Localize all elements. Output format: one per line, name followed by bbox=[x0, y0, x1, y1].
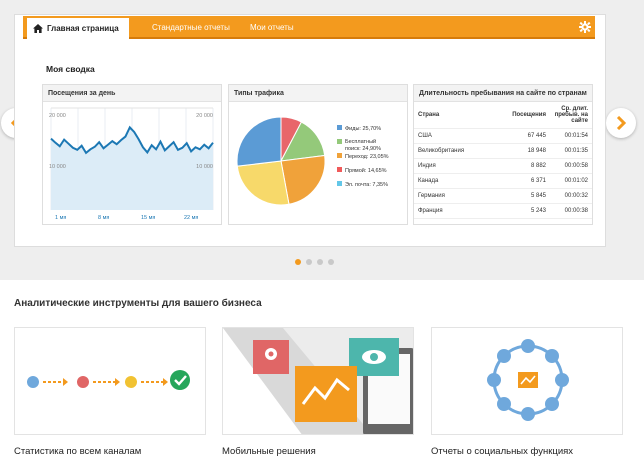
x-tick-label: 8 мя bbox=[98, 215, 109, 221]
home-icon bbox=[33, 24, 43, 33]
country-cell: Франция bbox=[414, 203, 491, 219]
tab-my-reports[interactable]: Мои отчеты bbox=[250, 16, 294, 39]
card-social[interactable] bbox=[431, 327, 623, 435]
legend-label: Прямой: 14,65% bbox=[345, 167, 387, 174]
channel-flow-illustration bbox=[27, 370, 190, 390]
table-row: Индия 8 882 00:00:58 bbox=[414, 158, 592, 174]
visits-panel: Посещения за день 20 000 20 000 10 000 10 0… bbox=[42, 84, 222, 225]
chevron-right-icon bbox=[616, 116, 627, 130]
y-tick-label: 20 000 bbox=[49, 113, 66, 119]
legend-swatch bbox=[337, 153, 342, 158]
header-country: Страна bbox=[414, 102, 491, 129]
pie-slice bbox=[236, 116, 282, 167]
carousel-dot-2[interactable] bbox=[306, 259, 312, 265]
header-visits: Посещения bbox=[490, 102, 550, 129]
legend-label: Фиды: 25,70% bbox=[345, 126, 381, 132]
legend-swatch bbox=[337, 125, 342, 130]
y-tick-label: 10 000 bbox=[49, 164, 66, 170]
card-channels[interactable] bbox=[14, 327, 206, 435]
traffic-chart: Фиды: 25,70% Бесплатныйпоиск: 24,90% Перех… bbox=[236, 116, 389, 206]
visits-cell: 67 445 bbox=[490, 128, 550, 144]
summary-title: Моя сводка bbox=[46, 64, 95, 74]
legend-swatch bbox=[337, 167, 342, 172]
card-social-label[interactable]: Отчеты о социальных функциях bbox=[431, 446, 573, 457]
traffic-panel: Типы трафика Фиды: 25,70% Бесплатный поиск… bbox=[228, 84, 408, 225]
visits-cell: 8 882 bbox=[490, 158, 550, 174]
card-channels-label[interactable]: Статистика по всем каналам bbox=[14, 446, 141, 457]
country-cell: США bbox=[414, 128, 491, 144]
card-mobile[interactable] bbox=[222, 327, 414, 435]
legend-swatch bbox=[337, 181, 342, 186]
visits-area bbox=[51, 127, 213, 210]
visits-chart: 20 000 20 000 10 000 10 000 1 мя 8 мя 15 мя 22 … bbox=[49, 107, 214, 221]
country-cell: Великобритания bbox=[414, 143, 491, 159]
legend-label: Эл. почта: 7,35% bbox=[345, 182, 388, 188]
table-row: Франция 5 243 00:00:38 bbox=[414, 203, 592, 219]
x-tick-label: 22 мя bbox=[184, 215, 198, 221]
legend-swatch bbox=[337, 139, 342, 144]
table-row: Канада 6 371 00:01:02 bbox=[414, 173, 592, 189]
carousel-dot-3[interactable] bbox=[317, 259, 323, 265]
country-cell: Индия bbox=[414, 158, 491, 174]
legend-label: Переход: 23,05% bbox=[345, 154, 389, 160]
carousel-dot-4[interactable] bbox=[328, 259, 334, 265]
carousel-dot-1[interactable] bbox=[295, 259, 301, 265]
duration-panel: Длительность пребывания на сайте по стра… bbox=[413, 84, 593, 225]
duration-cell: 00:00:38 bbox=[550, 203, 592, 219]
report-navbar: Главная страница Стандартные отчеты Мои … bbox=[23, 16, 595, 39]
pie-slice bbox=[236, 160, 290, 206]
duration-cell: 00:01:02 bbox=[550, 173, 592, 189]
table-row: Германия 5 845 00:00:32 bbox=[414, 188, 592, 204]
visits-cell: 18 948 bbox=[490, 143, 550, 159]
tab-standard-reports[interactable]: Стандартные отчеты bbox=[152, 16, 230, 39]
mobile-illustration bbox=[223, 328, 413, 434]
header-avg-duration: Ср. длит. пребыв. на сайте bbox=[550, 102, 592, 129]
table-header-row: Страна Посещения Ср. длит. пребыв. на са… bbox=[414, 102, 592, 129]
table-row: Великобритания 18 948 00:01:35 bbox=[414, 143, 592, 159]
carousel-dots bbox=[295, 259, 334, 265]
duration-cell: 00:00:32 bbox=[550, 188, 592, 204]
gear-icon[interactable] bbox=[579, 21, 591, 33]
tab-home-label: Главная страница bbox=[47, 24, 119, 33]
y-tick-label: 20 000 bbox=[196, 113, 213, 119]
tools-section-title: Аналитические инструменты для вашего биз… bbox=[14, 298, 262, 309]
tab-home[interactable]: Главная страница bbox=[27, 16, 129, 39]
duration-cell: 00:01:54 bbox=[550, 128, 592, 144]
legend-label: поиск: 24,90% bbox=[345, 146, 381, 152]
visits-cell: 6 371 bbox=[490, 173, 550, 189]
table-row: США 67 445 00:01:54 bbox=[414, 128, 592, 144]
visits-panel-title: Посещения за день bbox=[43, 85, 221, 102]
legend-label: Бесплатный bbox=[345, 138, 376, 145]
country-cell: Канада bbox=[414, 173, 491, 189]
card-mobile-label[interactable]: Мобильные решения bbox=[222, 446, 316, 457]
visits-cell: 5 243 bbox=[490, 203, 550, 219]
x-tick-label: 15 мя bbox=[141, 215, 155, 221]
duration-cell: 00:01:35 bbox=[550, 143, 592, 159]
x-tick-label: 1 мя bbox=[55, 215, 66, 221]
visits-cell: 5 845 bbox=[490, 188, 550, 204]
traffic-panel-title: Типы трафика bbox=[229, 85, 407, 102]
country-table: Страна Посещения Ср. длит. пребыв. на са… bbox=[414, 102, 592, 219]
duration-panel-title: Длительность пребывания на сайте по стра… bbox=[414, 85, 592, 102]
carousel-next-button[interactable] bbox=[606, 108, 636, 138]
country-cell: Германия bbox=[414, 188, 491, 204]
duration-cell: 00:00:58 bbox=[550, 158, 592, 174]
social-network-illustration bbox=[487, 339, 569, 421]
y-tick-label: 10 000 bbox=[196, 164, 213, 170]
